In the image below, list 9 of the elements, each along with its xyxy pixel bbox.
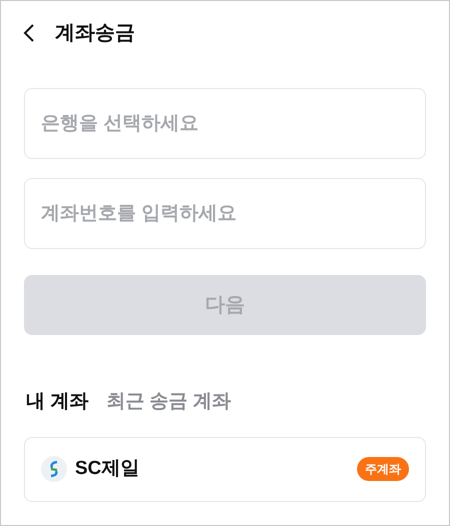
primary-account-badge: 주계좌 <box>357 457 409 481</box>
input-field[interactable]: 계좌번호를 입력하세요 <box>24 178 426 249</box>
input-field[interactable]: 은행을 선택하세요 <box>24 88 426 159</box>
back-icon[interactable] <box>23 23 35 43</box>
account-card[interactable]: SC제일 주계좌 <box>24 436 426 502</box>
bank-name: SC제일 <box>75 456 140 481</box>
page-title: 계좌송금 <box>55 21 135 46</box>
tab[interactable]: 내 계좌 <box>26 388 88 416</box>
bank-logo-icon <box>41 456 67 482</box>
